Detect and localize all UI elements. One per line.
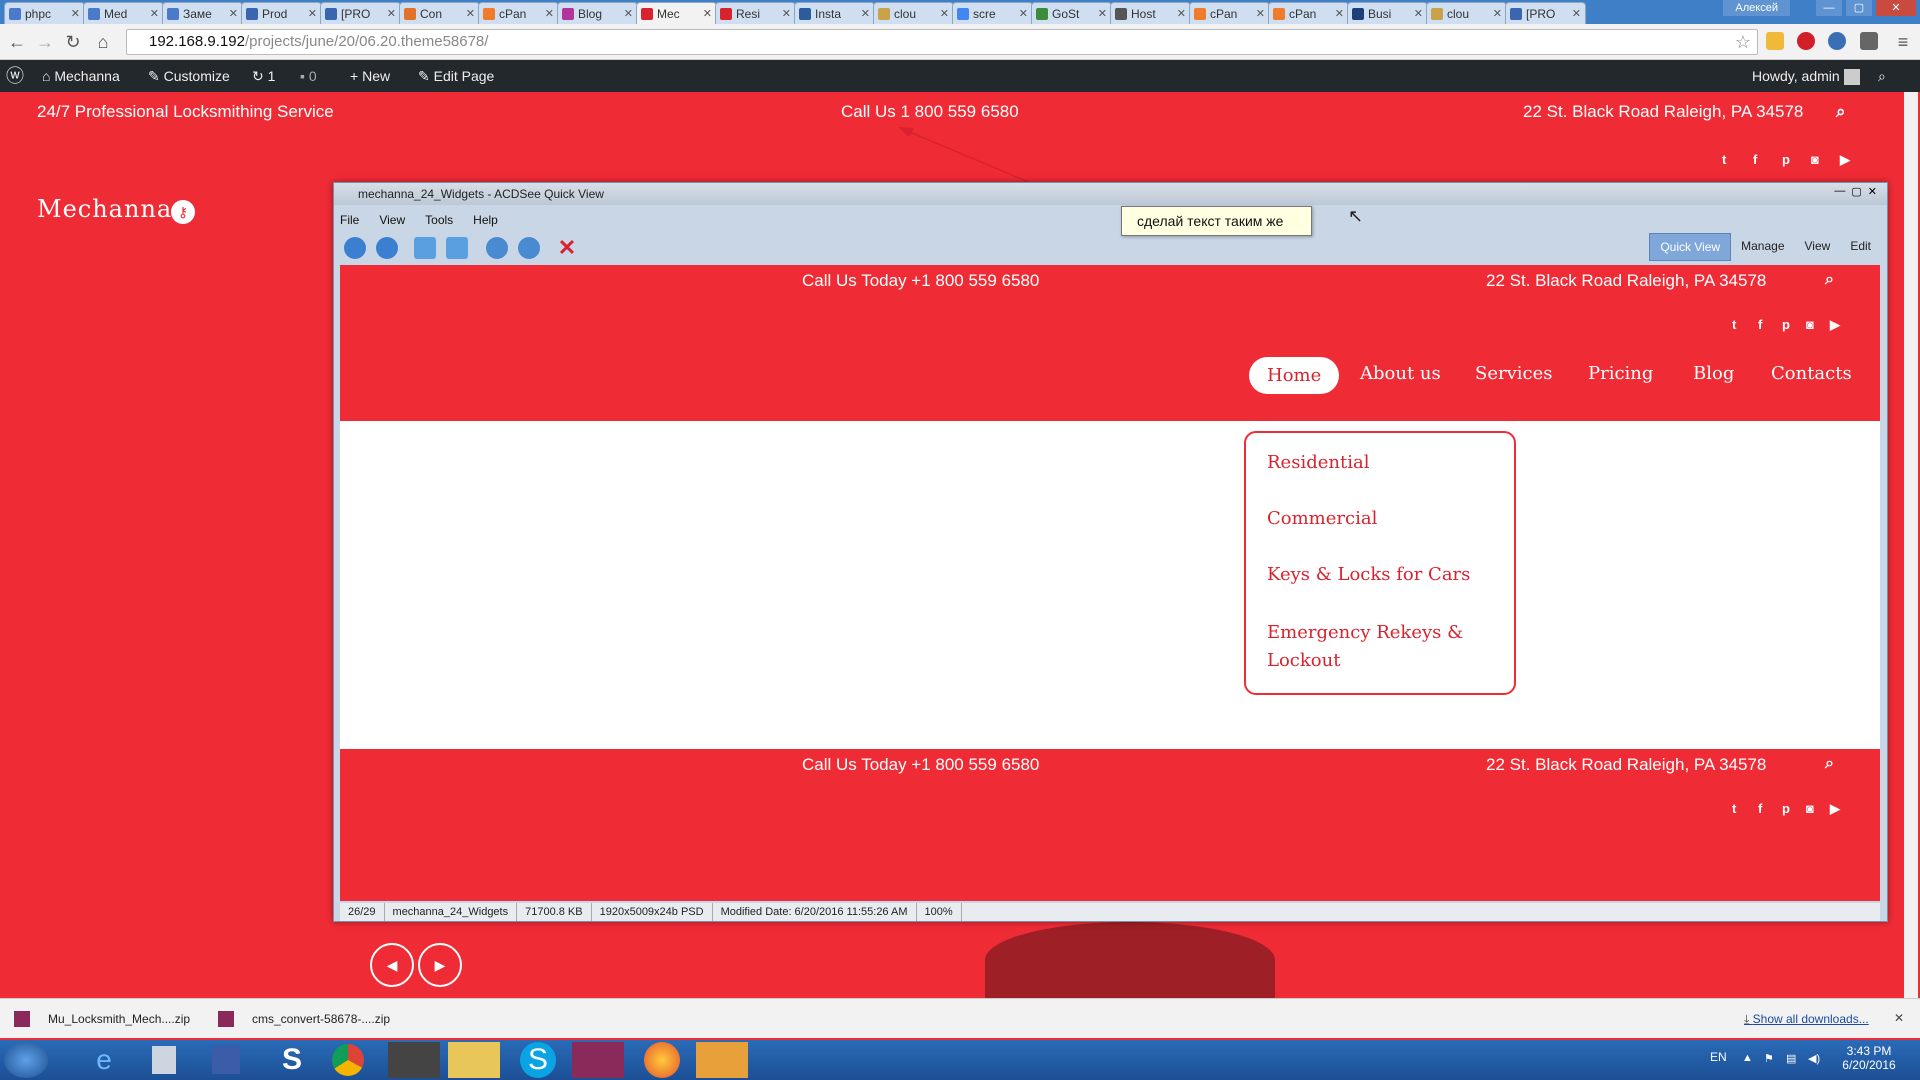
submenu-emergency: Emergency Rekeys & Lockout xyxy=(1267,622,1464,671)
status-modified: Modified Date: 6/20/2016 11:55:26 AM xyxy=(713,903,917,921)
preview-address: 22 St. Black Road Raleigh, PA 34578 xyxy=(1486,755,1767,774)
nav-blog: Blog xyxy=(1693,363,1735,384)
search-icon: ⌕ xyxy=(1825,755,1834,772)
maximize-icon[interactable]: ▢ xyxy=(1851,185,1861,198)
nav-home: Home xyxy=(1249,357,1340,394)
window-title: mechanna_24_Widgets - ACDSee Quick View xyxy=(358,187,604,201)
menu-view[interactable]: View xyxy=(379,213,405,227)
minimize-icon[interactable]: — xyxy=(1834,185,1845,198)
status-filesize: 71700.8 KB xyxy=(517,903,592,921)
facebook-icon: f xyxy=(1758,801,1763,816)
acdsee-mode-tabs: Quick View Manage View Edit xyxy=(1649,233,1881,261)
menu-file[interactable]: File xyxy=(340,213,359,227)
nav-contacts: Contacts xyxy=(1771,363,1852,384)
zoom-in-icon[interactable] xyxy=(486,237,508,259)
search-icon: ⌕ xyxy=(1825,271,1834,288)
clock-time: 3:43 PM xyxy=(1846,1044,1892,1058)
status-filename: mechanna_24_Widgets xyxy=(385,903,518,921)
preview-nav: Home About us Services Pricing Blog Cont… xyxy=(340,357,1880,403)
instagram-icon: ◙ xyxy=(1806,801,1814,816)
downloads-bar: Mu_Locksmith_Mech....zip cms_convert-586… xyxy=(0,998,1920,1038)
twitter-icon: t xyxy=(1732,801,1737,816)
twitter-icon: t xyxy=(1732,317,1737,332)
submenu-residential: Residential xyxy=(1267,452,1370,473)
acdsee-menu-bar: File View Tools Help xyxy=(340,213,518,227)
rotate-left-icon[interactable] xyxy=(414,237,436,259)
zoom-out-icon[interactable] xyxy=(518,237,540,259)
clock-date: 6/20/2016 xyxy=(1842,1058,1896,1072)
preview-phone: Call Us Today +1 800 559 6580 xyxy=(802,271,1040,290)
submenu-commercial: Commercial xyxy=(1267,508,1378,529)
close-icon[interactable]: ✕ xyxy=(1868,185,1877,198)
mode-manage[interactable]: Manage xyxy=(1731,233,1794,261)
menu-help[interactable]: Help xyxy=(473,213,498,227)
pinterest-icon: p xyxy=(1782,317,1790,332)
mode-edit[interactable]: Edit xyxy=(1840,233,1881,261)
clock[interactable]: 3:43 PM 6/20/2016 xyxy=(1838,1044,1900,1072)
preview-address: 22 St. Black Road Raleigh, PA 34578 xyxy=(1486,271,1767,290)
status-dimensions: 1920x5009x24b PSD xyxy=(592,903,713,921)
download-icon: ⤓ xyxy=(1744,1012,1753,1026)
menu-tools[interactable]: Tools xyxy=(425,213,453,227)
language-indicator[interactable]: EN xyxy=(1710,1050,1727,1064)
mode-quick-view[interactable]: Quick View xyxy=(1649,233,1732,261)
acdsee-window-controls: — ▢ ✕ xyxy=(1834,185,1877,198)
rotate-right-icon[interactable] xyxy=(446,237,468,259)
status-zoom: 100% xyxy=(917,903,962,921)
next-icon[interactable] xyxy=(376,237,398,259)
youtube-icon: ▶ xyxy=(1830,801,1840,816)
preview-header: Call Us Today +1 800 559 6580 22 St. Bla… xyxy=(340,265,1880,421)
chrome-icon[interactable] xyxy=(332,1044,364,1076)
services-submenu: Residential Commercial Keys & Locks for … xyxy=(1244,431,1516,695)
flag-icon[interactable]: ⚑ xyxy=(1764,1052,1774,1065)
internet-explorer-icon[interactable]: e xyxy=(76,1042,132,1078)
firefox-icon[interactable] xyxy=(644,1042,680,1078)
status-index: 26/29 xyxy=(340,903,385,921)
skype-s-icon[interactable]: S xyxy=(272,1042,312,1078)
volume-icon[interactable]: ◀) xyxy=(1808,1052,1820,1065)
calculator-icon[interactable] xyxy=(152,1046,176,1074)
network-icon[interactable]: ▤ xyxy=(1786,1052,1796,1065)
download-filename: Mu_Locksmith_Mech....zip xyxy=(48,1012,191,1026)
submenu-keys-locks: Keys & Locks for Cars xyxy=(1267,564,1471,585)
image-preview: Call Us Today +1 800 559 6580 22 St. Bla… xyxy=(340,265,1880,901)
acdsee-status-bar: 26/29 mechanna_24_Widgets 71700.8 KB 192… xyxy=(340,903,1880,921)
nav-about-us: About us xyxy=(1360,363,1441,384)
archive-icon xyxy=(14,1011,30,1027)
preview-phone: Call Us Today +1 800 559 6580 xyxy=(802,755,1040,774)
delete-icon[interactable]: ✕ xyxy=(556,237,578,259)
facebook-icon: f xyxy=(1758,317,1763,332)
show-all-label: Show all downloads... xyxy=(1752,1012,1869,1026)
explorer-icon[interactable] xyxy=(448,1042,500,1078)
preview-footer-header: Call Us Today +1 800 559 6580 22 St. Bla… xyxy=(340,749,1880,901)
nav-pricing: Pricing xyxy=(1588,363,1654,384)
acdsee-icon[interactable] xyxy=(696,1042,748,1078)
download-item[interactable]: cms_convert-58678-....zip xyxy=(212,1005,412,1033)
windows-taskbar: e S S EN ▲ ⚑ ▤ ◀) 3:43 PM 6/20/2016 xyxy=(0,1040,1920,1080)
sublime-icon[interactable] xyxy=(388,1042,440,1078)
close-icon[interactable]: ✕ xyxy=(1894,1011,1904,1025)
mouse-cursor-icon: ↖ xyxy=(1348,206,1364,226)
acdsee-window: mechanna_24_Widgets - ACDSee Quick View … xyxy=(333,182,1888,922)
youtube-icon: ▶ xyxy=(1830,317,1840,332)
tray-chevron-icon[interactable]: ▲ xyxy=(1742,1052,1753,1064)
archive-icon xyxy=(218,1011,234,1027)
instagram-icon: ◙ xyxy=(1806,317,1814,332)
start-button[interactable] xyxy=(4,1042,48,1078)
winrar-icon[interactable] xyxy=(572,1042,624,1078)
nav-services: Services xyxy=(1475,363,1553,384)
annotation-callout: сделай текст таким же xyxy=(1121,206,1312,236)
download-filename: cms_convert-58678-....zip xyxy=(252,1012,391,1026)
pinterest-icon: p xyxy=(1782,801,1790,816)
download-item[interactable]: Mu_Locksmith_Mech....zip xyxy=(8,1005,206,1033)
acdsee-title-bar[interactable]: mechanna_24_Widgets - ACDSee Quick View xyxy=(334,183,1887,205)
skype-icon[interactable]: S xyxy=(520,1042,556,1078)
show-all-downloads-link[interactable]: ⤓ Show all downloads... xyxy=(1744,1012,1869,1027)
previous-icon[interactable] xyxy=(344,237,366,259)
save-icon[interactable] xyxy=(212,1046,240,1074)
mode-view[interactable]: View xyxy=(1795,233,1841,261)
